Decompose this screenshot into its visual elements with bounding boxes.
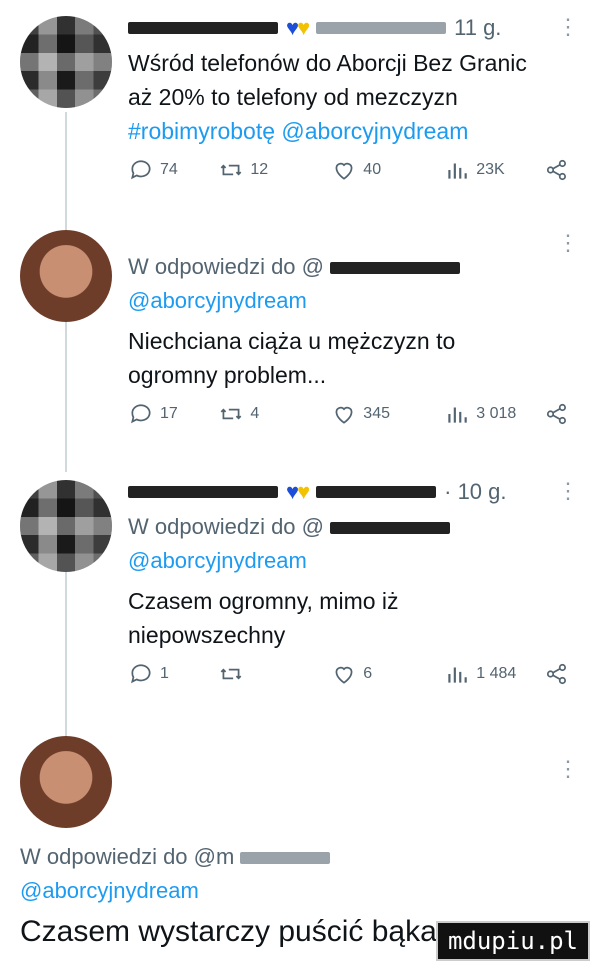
heart-icon [335,162,353,180]
tweet-text: Niechciana ciąża u mężczyzn to ogromny p… [128,328,456,388]
retweet-button[interactable]: 4 [218,401,331,427]
share-icon [546,403,566,425]
reply-to: W odpowiedzi do @ [128,510,570,544]
tweet-text: Wśród telefonów do Aborcji Bez Granic aż… [128,46,570,148]
views-icon [448,667,467,683]
mention-link[interactable]: @aborcyjnydream [128,284,570,318]
reply-icon [131,664,151,684]
more-icon[interactable]: ⋮ [557,14,579,40]
reply-button[interactable]: 74 [128,157,218,183]
share-button[interactable] [544,157,570,183]
share-icon [546,663,566,685]
tweet-time: · 10 g. [444,479,507,504]
mention-link[interactable]: @aborcyjnydream [128,544,570,578]
tweet-time: 11 g. [454,15,502,40]
reply-to: W odpowiedzi do @m [20,840,580,874]
thread-line [65,560,67,736]
more-icon[interactable]: ⋮ [557,230,579,256]
reply-icon [131,404,151,424]
hearts-emoji-icon: ♥♥ [286,479,310,504]
more-icon[interactable]: ⋮ [557,478,579,504]
tweet-text: Czasem ogromny, mimo iż niepowszechny [128,588,399,648]
hashtag-link[interactable]: #robimyrobotę @aborcyjnydream [128,114,570,148]
tweet-actions: 17 4 345 3 018 [128,396,570,432]
tweet-header: ♥♥ 11 g. [128,10,570,46]
reply-to: W odpowiedzi do @ [128,250,570,284]
mention-link[interactable]: @aborcyjnydream [20,874,580,908]
retweet-button[interactable]: 12 [218,157,331,183]
views-button[interactable]: 3 018 [444,401,544,427]
like-button[interactable]: 40 [331,157,444,183]
retweet-icon [220,668,242,680]
like-button[interactable]: 345 [331,401,444,427]
watermark: mdupiu.pl [435,921,590,961]
avatar[interactable] [20,736,112,828]
hearts-emoji-icon: ♥♥ [286,15,310,40]
heart-icon [335,666,353,684]
redacted-handle [240,852,331,864]
views-button[interactable]: 1 484 [444,661,544,687]
more-icon[interactable]: ⋮ [557,756,579,782]
tweet-actions: 1 6 1 484 [128,656,570,692]
views-icon [448,163,467,179]
thread-line [65,112,67,230]
redacted-handle [316,22,447,34]
share-button[interactable] [544,401,570,427]
retweet-icon [220,164,242,176]
avatar[interactable] [20,480,112,572]
share-icon [546,159,566,181]
heart-icon [335,406,353,424]
reply-button[interactable]: 1 [128,661,218,687]
avatar[interactable] [20,230,112,322]
views-icon [448,407,467,423]
redacted-handle [330,262,461,274]
reply-icon [131,160,151,180]
avatar[interactable] [20,16,112,108]
redacted-handle [330,522,451,534]
retweet-button[interactable] [218,661,331,687]
redacted-name [128,486,278,498]
thread-line [65,322,67,472]
reply-button[interactable]: 17 [128,401,218,427]
redacted-handle [316,486,437,498]
redacted-name [128,22,278,34]
views-button[interactable]: 23K [444,157,544,183]
tweet-header: ♥♥ · 10 g. [128,474,570,510]
share-button[interactable] [544,661,570,687]
like-button[interactable]: 6 [331,661,444,687]
retweet-icon [220,408,242,420]
tweet-actions: 74 12 40 23K [128,152,570,188]
